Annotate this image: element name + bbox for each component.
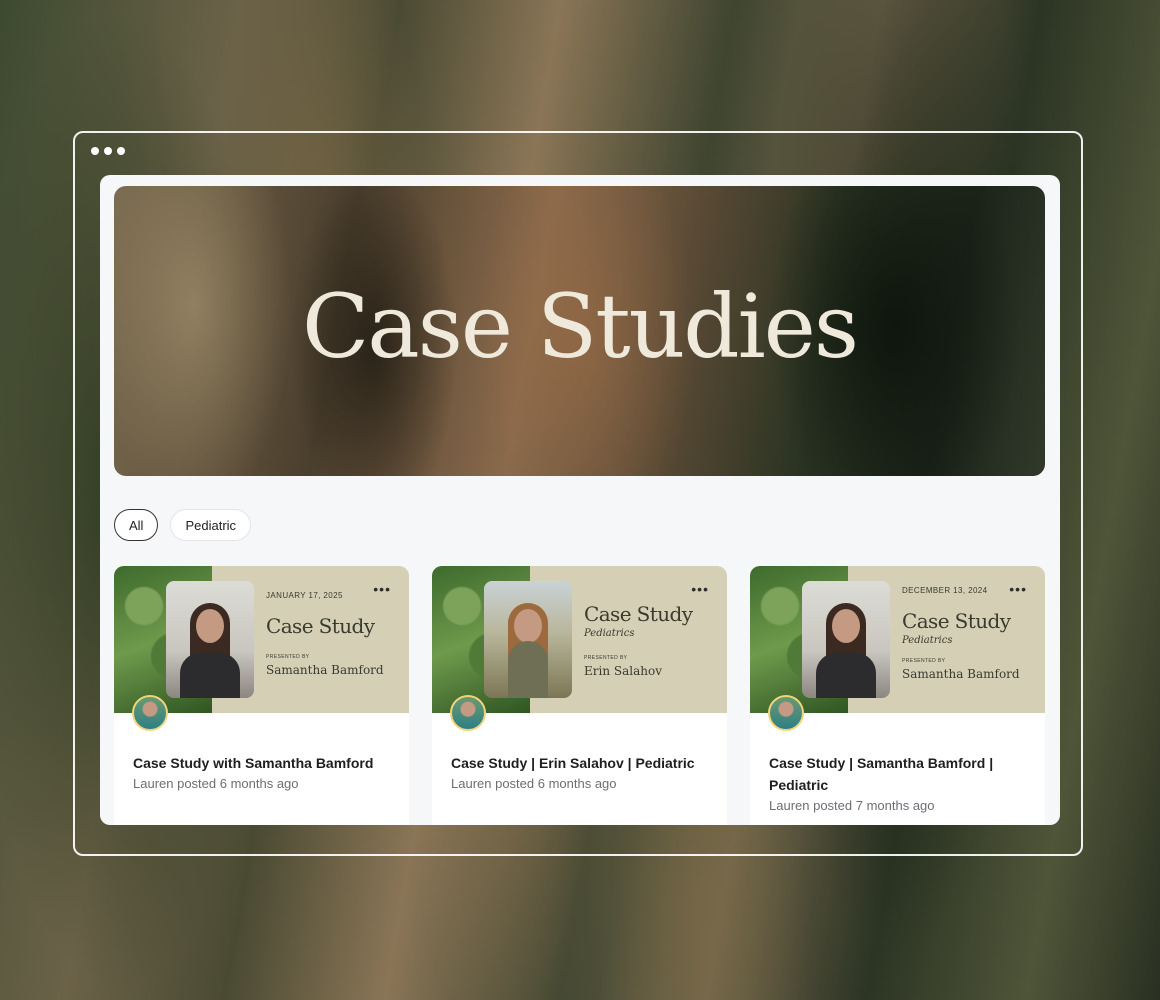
card-body: Case Study | Erin Salahov | Pediatric La… bbox=[451, 752, 713, 791]
post-title[interactable]: Case Study | Erin Salahov | Pediatric bbox=[451, 752, 713, 774]
post-meta: Lauren posted 6 months ago bbox=[133, 776, 299, 791]
window-dot-icon bbox=[117, 147, 125, 155]
post-card[interactable]: JANUARY 17, 2025 Case Study PRESENTED BY… bbox=[114, 566, 409, 825]
thumbnail-presented-by: PRESENTED BY bbox=[902, 658, 946, 664]
thumbnail-presenter: Erin Salahov bbox=[584, 664, 662, 678]
post-thumbnail[interactable]: DECEMBER 13, 2024 Case Study Pediatrics … bbox=[750, 566, 1045, 713]
post-meta: Lauren posted 7 months ago bbox=[769, 798, 935, 813]
more-options-icon[interactable]: ••• bbox=[1009, 582, 1027, 596]
thumbnail-presented-by: PRESENTED BY bbox=[266, 654, 310, 660]
thumbnail-heading: Case Study bbox=[902, 609, 1011, 633]
thumbnail-subheading: Pediatrics bbox=[902, 635, 953, 646]
post-thumbnail[interactable]: JANUARY 17, 2025 Case Study PRESENTED BY… bbox=[114, 566, 409, 713]
card-body: Case Study | Samantha Bamford | Pediatri… bbox=[769, 752, 1031, 813]
thumbnail-heading: Case Study bbox=[266, 614, 375, 638]
more-options-icon[interactable]: ••• bbox=[691, 582, 709, 596]
card-body: Case Study with Samantha Bamford Lauren … bbox=[133, 752, 395, 791]
thumbnail-subheading: Pediatrics bbox=[584, 628, 635, 639]
presenter-photo bbox=[802, 581, 890, 698]
thumbnail-text: Case Study Pediatrics PRESENTED BY Erin … bbox=[584, 602, 717, 678]
presenter-photo bbox=[484, 581, 572, 698]
post-title[interactable]: Case Study with Samantha Bamford bbox=[133, 752, 395, 774]
thumbnail-text: JANUARY 17, 2025 Case Study PRESENTED BY… bbox=[266, 591, 399, 677]
thumbnail-presented-by: PRESENTED BY bbox=[584, 655, 628, 661]
post-meta: Lauren posted 6 months ago bbox=[451, 776, 617, 791]
post-grid: JANUARY 17, 2025 Case Study PRESENTED BY… bbox=[114, 566, 1045, 825]
author-avatar[interactable] bbox=[450, 695, 486, 731]
filter-chip-all[interactable]: All bbox=[114, 509, 159, 541]
post-card[interactable]: Case Study Pediatrics PRESENTED BY Erin … bbox=[432, 566, 727, 825]
post-card[interactable]: DECEMBER 13, 2024 Case Study Pediatrics … bbox=[750, 566, 1045, 825]
page-title: Case Studies bbox=[301, 274, 859, 378]
filter-bar: All Pediatric bbox=[114, 509, 252, 541]
more-options-icon[interactable]: ••• bbox=[373, 582, 391, 596]
app-panel: Case Studies All Pediatric JANUARY 17, 2… bbox=[100, 175, 1060, 825]
window-dot-icon bbox=[91, 147, 99, 155]
post-thumbnail[interactable]: Case Study Pediatrics PRESENTED BY Erin … bbox=[432, 566, 727, 713]
hero-banner: Case Studies bbox=[114, 186, 1045, 476]
thumbnail-heading: Case Study bbox=[584, 602, 693, 626]
presenter-photo bbox=[166, 581, 254, 698]
window-dot-icon bbox=[104, 147, 112, 155]
thumbnail-text: DECEMBER 13, 2024 Case Study Pediatrics … bbox=[902, 586, 1035, 681]
thumbnail-presenter: Samantha Bamford bbox=[266, 663, 384, 677]
author-avatar[interactable] bbox=[132, 695, 168, 731]
post-title[interactable]: Case Study | Samantha Bamford | Pediatri… bbox=[769, 752, 1031, 796]
window-controls bbox=[91, 147, 125, 155]
filter-chip-pediatric[interactable]: Pediatric bbox=[170, 509, 252, 541]
author-avatar[interactable] bbox=[768, 695, 804, 731]
thumbnail-presenter: Samantha Bamford bbox=[902, 667, 1020, 681]
